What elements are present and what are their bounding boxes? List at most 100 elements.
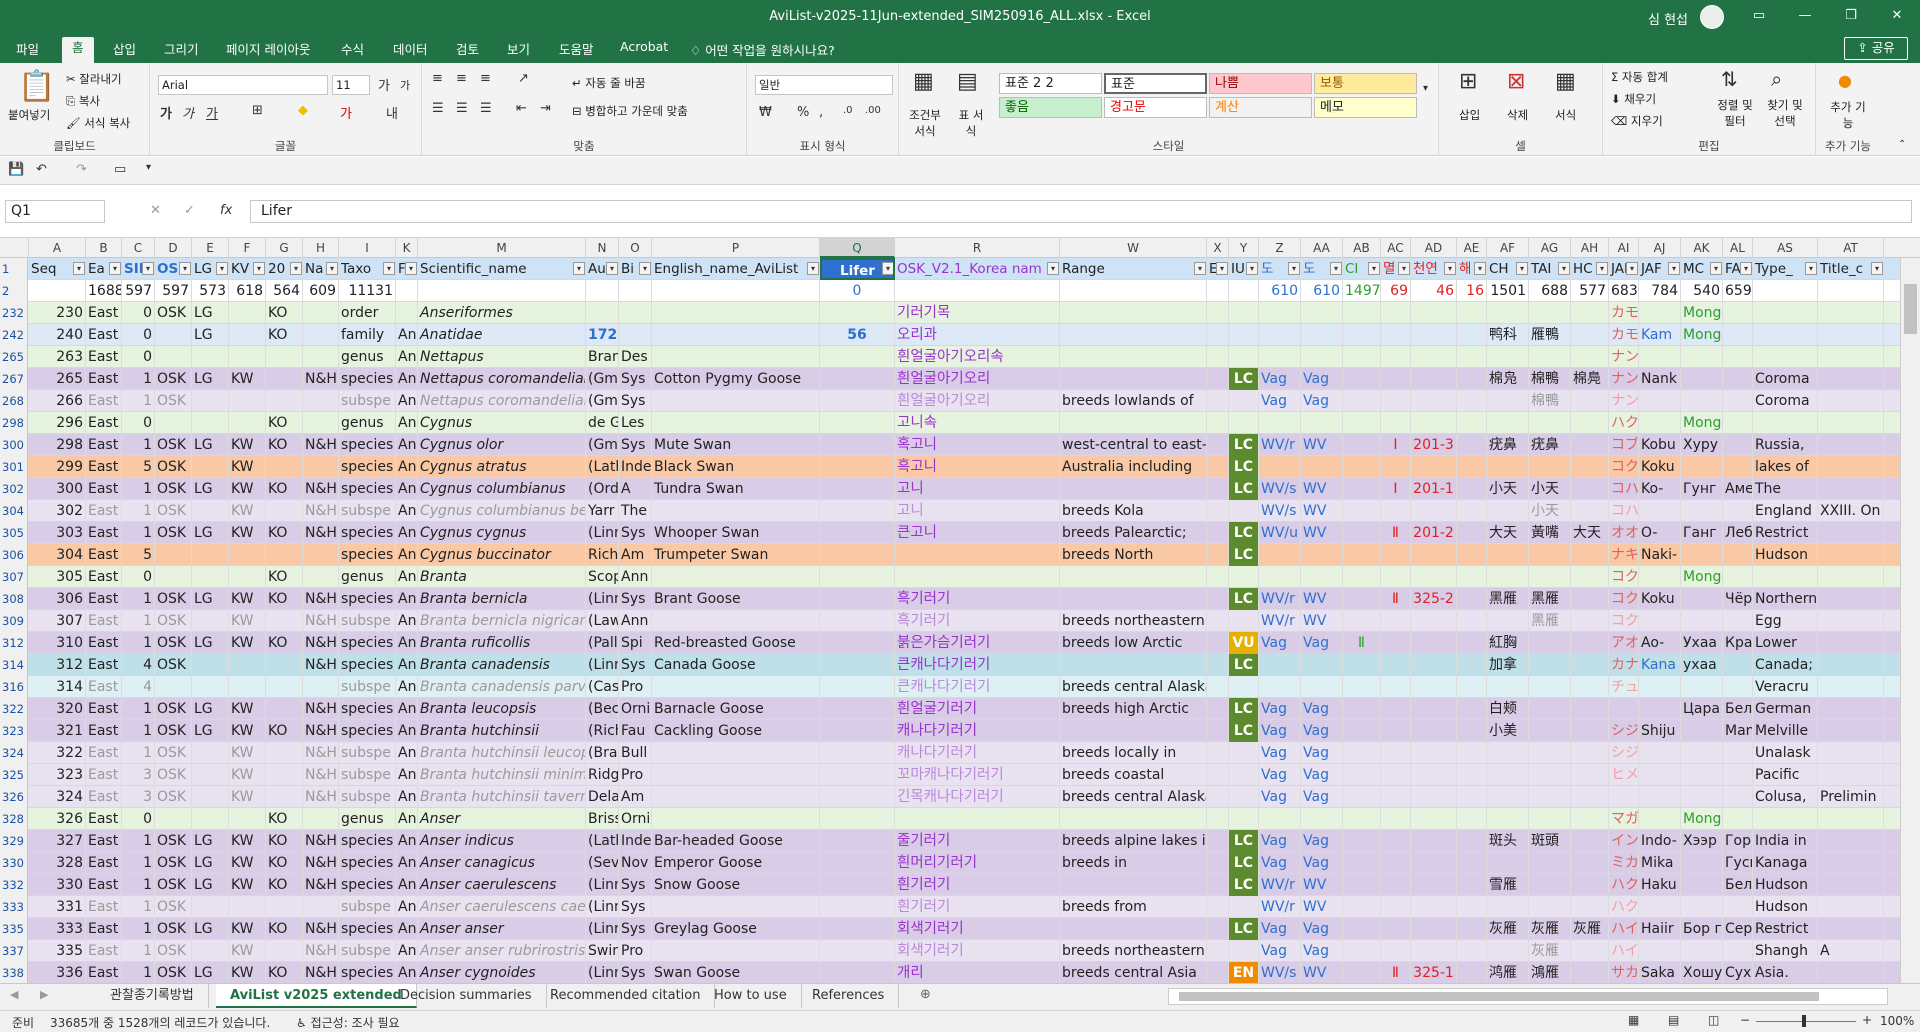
cell[interactable]: Branta hutchinsii: [418, 720, 586, 742]
cell[interactable]: Branta ruficollis: [418, 632, 586, 654]
cell[interactable]: [1571, 676, 1609, 698]
row-number[interactable]: 304: [0, 500, 28, 522]
phonetic-icon[interactable]: 내: [386, 103, 398, 122]
cell[interactable]: [1060, 874, 1207, 896]
cell[interactable]: N&H: [303, 478, 339, 500]
cell[interactable]: [1229, 280, 1259, 302]
formula-input[interactable]: Lifer: [250, 200, 1912, 223]
cell[interactable]: [303, 808, 339, 830]
cell[interactable]: OSK: [155, 742, 192, 764]
cell[interactable]: KW: [229, 720, 266, 742]
cell[interactable]: Coroma: [1753, 368, 1818, 390]
cell[interactable]: west-central to east-: [1060, 434, 1207, 456]
cell[interactable]: [1529, 852, 1571, 874]
cell[interactable]: カナ: [1609, 654, 1639, 676]
cell[interactable]: subspe: [339, 764, 396, 786]
cell[interactable]: LG: [192, 830, 229, 852]
cell[interactable]: subspe: [339, 896, 396, 918]
cell[interactable]: 573: [192, 280, 229, 302]
cell[interactable]: Mong: [1681, 324, 1723, 346]
cell[interactable]: Ana: [396, 368, 418, 390]
row-number[interactable]: 232: [0, 302, 28, 324]
table-row[interactable]: 337335East1OSK KW N&HsubspeAnaAnser anser …: [0, 940, 1900, 962]
cell[interactable]: 304: [29, 544, 86, 566]
table-row[interactable]: 309307East1OSK KW N&HsubspeAnaBranta berni…: [0, 610, 1900, 632]
cell[interactable]: species: [339, 632, 396, 654]
cell[interactable]: [1301, 808, 1343, 830]
cell[interactable]: order: [339, 302, 396, 324]
cell[interactable]: [1343, 676, 1381, 698]
cell[interactable]: OSK: [155, 610, 192, 632]
cell[interactable]: 564: [266, 280, 303, 302]
cell[interactable]: Pro: [619, 676, 652, 698]
cell[interactable]: [1229, 786, 1259, 808]
cell[interactable]: 302: [29, 500, 86, 522]
cell[interactable]: [1681, 786, 1723, 808]
filter-dropdown-icon[interactable]: ▾: [1398, 262, 1410, 275]
cell[interactable]: [1487, 390, 1529, 412]
cell[interactable]: 314: [29, 676, 86, 698]
cell[interactable]: LC: [1229, 368, 1259, 390]
header-cell[interactable]: Range: [1060, 258, 1207, 280]
zoom-in-icon[interactable]: +: [1862, 1013, 1872, 1027]
table-row[interactable]: 267265East1OSKLGKW N&HspeciesAnaNettapus …: [0, 368, 1900, 390]
cell[interactable]: Naki-: [1639, 544, 1681, 566]
cell[interactable]: 1: [122, 962, 155, 983]
cell[interactable]: [1571, 302, 1609, 324]
cell[interactable]: [1343, 654, 1381, 676]
cell[interactable]: [229, 390, 266, 412]
cell[interactable]: [1723, 808, 1753, 830]
cell[interactable]: [1301, 544, 1343, 566]
page-layout-view-icon[interactable]: ▤: [1668, 1013, 1679, 1027]
paste-button[interactable]: 붙여넣기: [8, 107, 50, 123]
table-row[interactable]: 323321East1OSKLGKWKON&HspeciesAnaBranta …: [0, 720, 1900, 742]
cell[interactable]: [1381, 412, 1411, 434]
cell[interactable]: [1411, 896, 1457, 918]
cell[interactable]: [1818, 368, 1884, 390]
cell[interactable]: 1688: [86, 280, 122, 302]
cell[interactable]: Branta bernicla: [418, 588, 586, 610]
cell[interactable]: Sys: [619, 588, 652, 610]
cell[interactable]: [1343, 764, 1381, 786]
cell[interactable]: [1723, 412, 1753, 434]
cell[interactable]: [820, 412, 895, 434]
table-row[interactable]: 265263East0 genusAnaNettapusBranDes 흰얼굴아기오…: [0, 346, 1900, 368]
cell[interactable]: Vag: [1301, 918, 1343, 940]
column-header[interactable]: F: [229, 238, 266, 258]
cell[interactable]: [1343, 500, 1381, 522]
cell[interactable]: [396, 280, 418, 302]
cell[interactable]: WV/s: [1259, 478, 1301, 500]
fill-button[interactable]: ⬇ 채우기: [1611, 91, 1656, 107]
cell[interactable]: [192, 654, 229, 676]
cell[interactable]: ミカ: [1609, 852, 1639, 874]
cell[interactable]: [820, 544, 895, 566]
cell[interactable]: [1818, 874, 1884, 896]
cell[interactable]: [303, 456, 339, 478]
cell[interactable]: [1487, 896, 1529, 918]
table-row[interactable]: 330328East1OSKLGKWKON&HspeciesAnaAnser c…: [0, 852, 1900, 874]
cell[interactable]: 577: [1571, 280, 1609, 302]
cell[interactable]: [155, 566, 192, 588]
cell[interactable]: 265: [29, 368, 86, 390]
cell[interactable]: Emperor Goose: [652, 852, 820, 874]
row-number[interactable]: 312: [0, 632, 28, 654]
cell[interactable]: 0: [122, 324, 155, 346]
cell[interactable]: [1529, 412, 1571, 434]
cell[interactable]: Ana: [396, 852, 418, 874]
cell[interactable]: Ana: [396, 456, 418, 478]
restore-icon[interactable]: ❐: [1828, 0, 1874, 34]
cell[interactable]: [1060, 302, 1207, 324]
cell[interactable]: Anatidae: [418, 324, 586, 346]
cell[interactable]: [1381, 676, 1411, 698]
row-number[interactable]: 242: [0, 324, 28, 346]
cell[interactable]: Sys: [619, 522, 652, 544]
cell[interactable]: 11131: [339, 280, 396, 302]
cell[interactable]: 1: [122, 918, 155, 940]
cell[interactable]: [1207, 940, 1229, 962]
cell[interactable]: Vag: [1301, 698, 1343, 720]
cell[interactable]: 小天: [1529, 478, 1571, 500]
cell[interactable]: [1207, 698, 1229, 720]
cell[interactable]: LG: [192, 918, 229, 940]
cell[interactable]: [1343, 918, 1381, 940]
style-good[interactable]: 좋음: [999, 97, 1102, 118]
